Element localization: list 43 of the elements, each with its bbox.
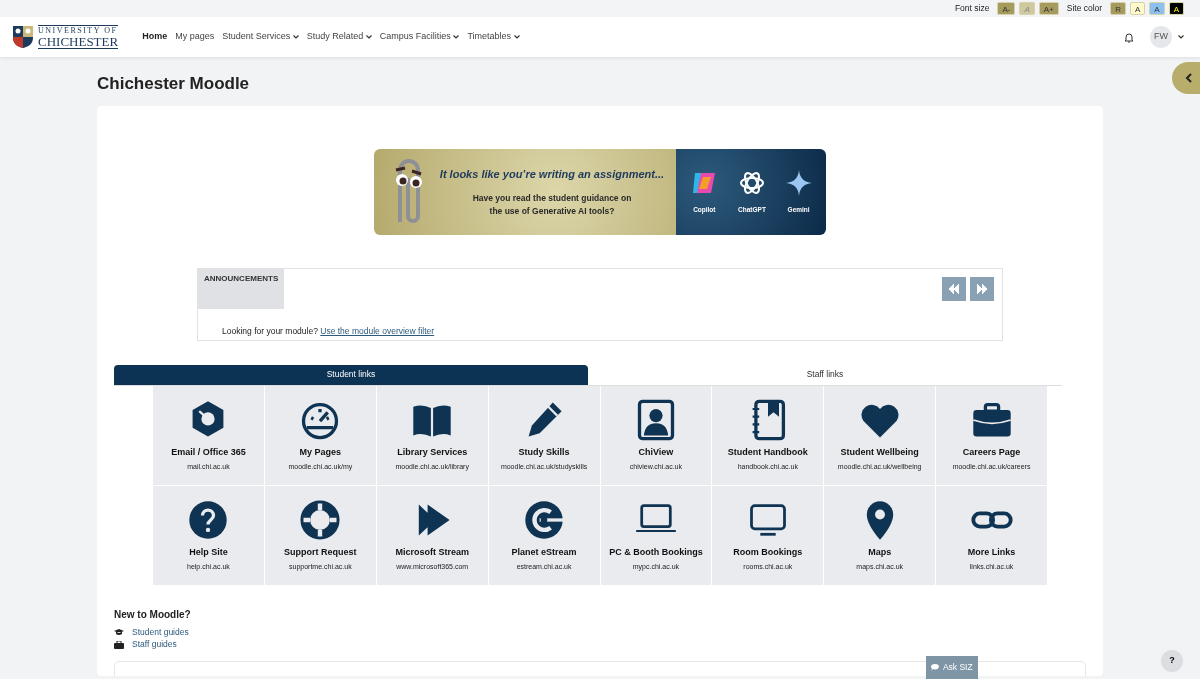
banner-question: Have you read the student guidance on the use of Generative AI tools? bbox=[471, 192, 633, 218]
tile-title: Student Handbook bbox=[727, 445, 808, 459]
site-color-button[interactable]: A bbox=[1129, 2, 1146, 15]
page-title: Chichester Moodle bbox=[97, 73, 251, 95]
tile-title: Planet eStream bbox=[511, 545, 577, 559]
site-color-label: Site color bbox=[1066, 2, 1103, 15]
font-size-label: Font size bbox=[954, 2, 990, 15]
announcement-text: Looking for your module? Use the module overview filter bbox=[222, 325, 435, 336]
tile-title: Student Wellbeing bbox=[840, 445, 919, 459]
tile-title: Email / Office 365 bbox=[171, 445, 246, 459]
section-heading: New to Moodle? bbox=[114, 607, 192, 622]
nav-link[interactable]: Student Services bbox=[222, 30, 299, 44]
tile-title: Microsoft Stream bbox=[395, 545, 469, 559]
tile-title: My Pages bbox=[299, 445, 342, 459]
site-color-button[interactable]: A bbox=[1149, 2, 1165, 15]
announcements-label: ANNOUNCEMENTS bbox=[198, 268, 285, 309]
site-color-button[interactable]: A bbox=[1168, 2, 1184, 15]
nav-link[interactable]: Home bbox=[142, 30, 168, 44]
font-size-button[interactable]: A- bbox=[997, 2, 1016, 15]
nav-link[interactable]: Campus Facilities bbox=[379, 30, 460, 44]
tile-title: Maps bbox=[868, 545, 892, 559]
tile-title: PC & Booth Bookings bbox=[609, 545, 703, 559]
banner-headline: It looks like you’re writing an assignment... bbox=[438, 166, 666, 182]
site-color-button[interactable]: R bbox=[1110, 2, 1126, 15]
tile-title: Help Site bbox=[189, 545, 228, 559]
nav-link[interactable]: Timetables bbox=[467, 30, 520, 44]
nav-link[interactable]: My pages bbox=[175, 30, 215, 44]
tile-title: Library Services bbox=[397, 445, 468, 459]
module-filter-link[interactable]: Use the module overview filter bbox=[320, 325, 435, 336]
university-logo-text[interactable]: UNIVERSITY OF CHICHESTER bbox=[38, 25, 119, 49]
font-size-button[interactable]: A+ bbox=[1038, 2, 1059, 15]
help-button[interactable]: ? bbox=[1161, 650, 1183, 672]
user-avatar[interactable]: FW bbox=[1150, 26, 1172, 48]
nav-link[interactable]: Study Related bbox=[306, 30, 372, 44]
tile-title: Room Bookings bbox=[733, 545, 803, 559]
tile-title: Study Skills bbox=[518, 445, 570, 459]
tile-title: ChiView bbox=[638, 445, 674, 459]
tile-title: More Links bbox=[967, 545, 1016, 559]
links-tab[interactable]: Student links bbox=[114, 364, 588, 386]
tile-title: Support Request bbox=[284, 545, 357, 559]
tile-title: Careers Page bbox=[962, 445, 1021, 459]
guide-link[interactable]: Staff guides bbox=[132, 638, 177, 651]
guide-link[interactable]: Student guides bbox=[132, 625, 189, 639]
